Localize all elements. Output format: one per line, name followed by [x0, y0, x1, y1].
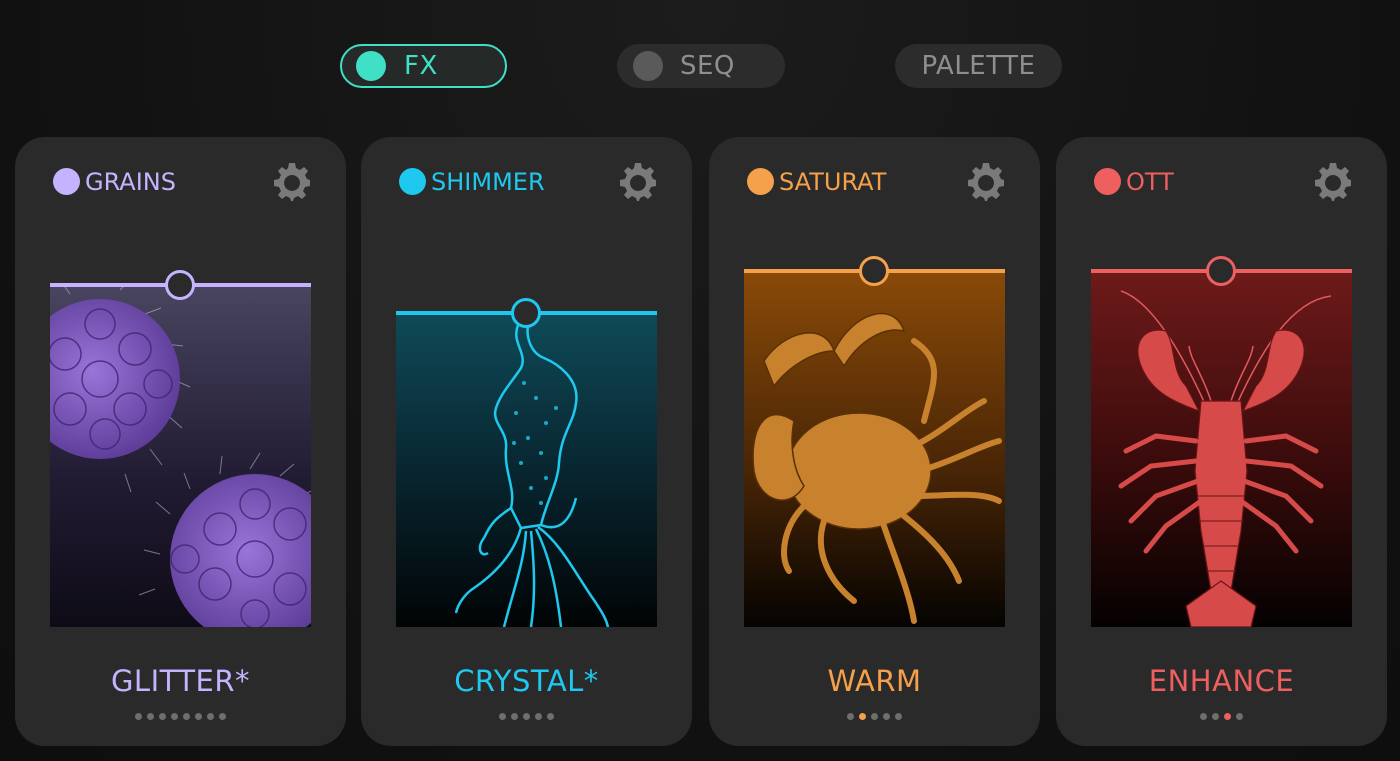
preset-page-dots	[15, 713, 346, 720]
gear-icon[interactable]	[1313, 161, 1353, 201]
tab-fx-indicator	[356, 51, 386, 81]
effect-name-shimmer: SHIMMER	[431, 168, 545, 196]
mode-tabs: FX SEQ PALETTE	[0, 0, 1400, 120]
page-dot[interactable]	[523, 713, 530, 720]
preset-page-dots	[361, 713, 692, 720]
effect-name-ott: OTT	[1126, 168, 1174, 196]
tab-seq[interactable]: SEQ	[617, 44, 785, 88]
page-dot[interactable]	[135, 713, 142, 720]
preset-name-saturat[interactable]: WARM	[709, 664, 1040, 698]
page-dot[interactable]	[159, 713, 166, 720]
page-dot[interactable]	[219, 713, 226, 720]
page-dot[interactable]	[207, 713, 214, 720]
shimmer-power-toggle[interactable]	[399, 168, 426, 195]
saturat-mix-knob[interactable]	[859, 256, 889, 286]
preset-page-dots	[1056, 713, 1387, 720]
effect-name-saturat: SATURAT	[779, 168, 887, 196]
page-dot-active[interactable]	[1224, 713, 1231, 720]
gear-icon[interactable]	[966, 161, 1006, 201]
lobster-illustration	[1091, 271, 1352, 627]
page-dot[interactable]	[883, 713, 890, 720]
page-dot-active[interactable]	[859, 713, 866, 720]
crab-illustration	[744, 271, 1005, 627]
page-dot[interactable]	[535, 713, 542, 720]
saturat-power-toggle[interactable]	[747, 168, 774, 195]
tab-palette[interactable]: PALETTE	[895, 44, 1062, 88]
effect-card-saturat[interactable]: SATURAT WARM	[709, 137, 1040, 746]
preset-name-shimmer[interactable]: CRYSTAL*	[361, 664, 692, 698]
sea-urchin-illustration	[50, 284, 311, 629]
page-dot[interactable]	[1236, 713, 1243, 720]
preset-page-dots	[709, 713, 1040, 720]
gear-icon[interactable]	[618, 161, 658, 201]
effect-card-ott[interactable]: OTT ENHANCE	[1056, 137, 1387, 746]
page-dot[interactable]	[871, 713, 878, 720]
effect-card-grains[interactable]: GRAINS GLITTER*	[15, 137, 346, 746]
page-dot[interactable]	[183, 713, 190, 720]
effect-card-shimmer[interactable]: SHIMMER CRYSTAL*	[361, 137, 692, 746]
ott-power-toggle[interactable]	[1094, 168, 1121, 195]
page-dot[interactable]	[147, 713, 154, 720]
grains-mix-knob[interactable]	[165, 270, 195, 300]
tab-fx[interactable]: FX	[340, 44, 507, 88]
tab-seq-indicator	[633, 51, 663, 81]
gear-icon[interactable]	[272, 161, 312, 201]
tab-fx-label: FX	[404, 51, 438, 81]
page-dot[interactable]	[195, 713, 202, 720]
tab-seq-label: SEQ	[680, 51, 735, 81]
shimmer-mix-knob[interactable]	[511, 298, 541, 328]
page-dot[interactable]	[547, 713, 554, 720]
page-dot[interactable]	[511, 713, 518, 720]
page-dot[interactable]	[1212, 713, 1219, 720]
ott-mix-knob[interactable]	[1206, 256, 1236, 286]
grains-power-toggle[interactable]	[53, 168, 80, 195]
effect-name-grains: GRAINS	[85, 168, 176, 196]
page-dot[interactable]	[499, 713, 506, 720]
page-dot[interactable]	[895, 713, 902, 720]
tab-palette-label: PALETTE	[921, 51, 1036, 81]
page-dot[interactable]	[847, 713, 854, 720]
page-dot[interactable]	[171, 713, 178, 720]
squid-illustration	[396, 313, 657, 627]
page-dot[interactable]	[1200, 713, 1207, 720]
preset-name-grains[interactable]: GLITTER*	[15, 664, 346, 698]
preset-name-ott[interactable]: ENHANCE	[1056, 664, 1387, 698]
